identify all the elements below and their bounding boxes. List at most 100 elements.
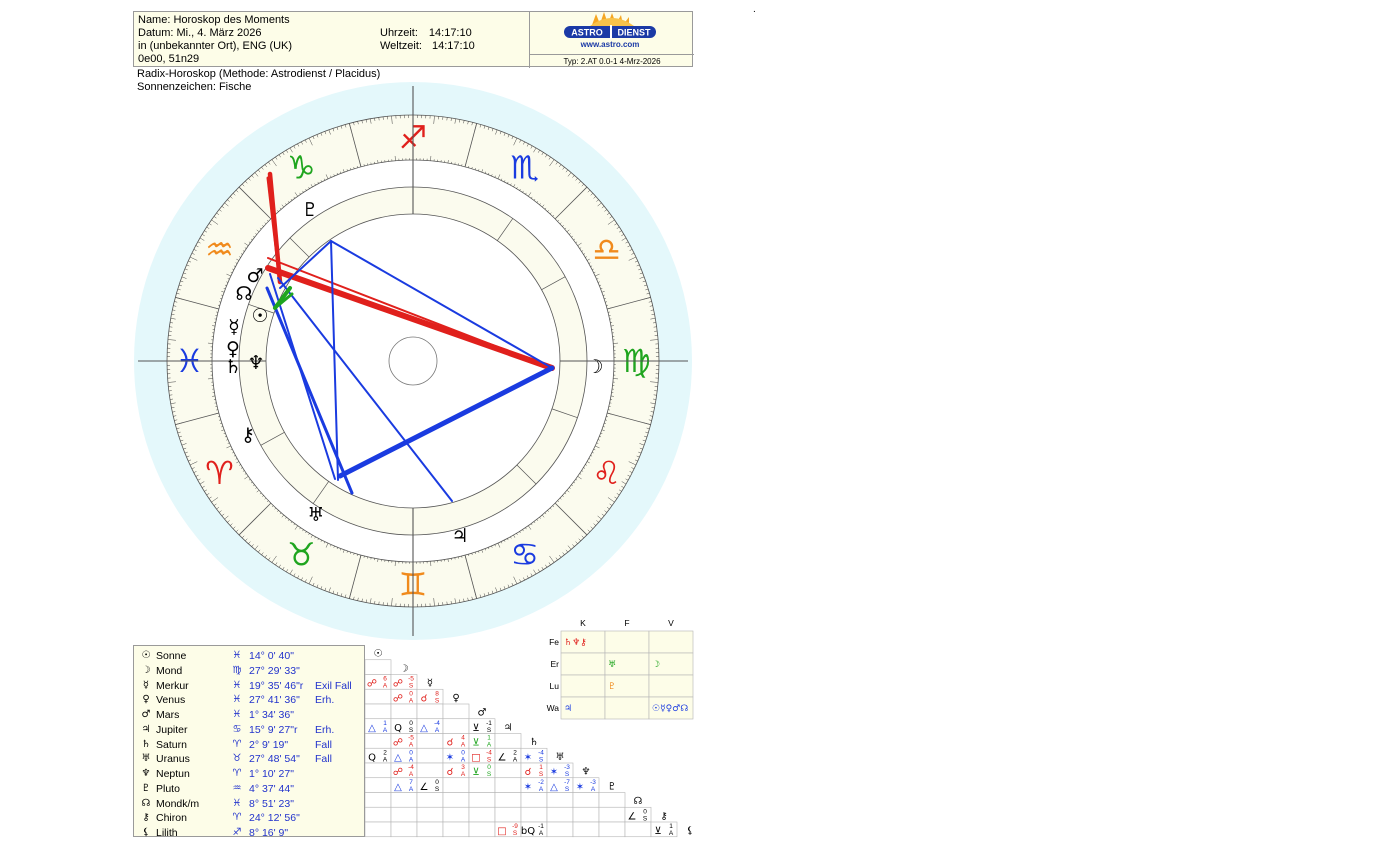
name-line: Name: Horoskop des Moments xyxy=(138,14,290,26)
diagonal-planet-icon: ⚷ xyxy=(660,811,667,822)
planet-name: Mondk/m xyxy=(156,797,200,810)
aspect-orb: 1 xyxy=(539,764,543,771)
aspect-quality: A xyxy=(461,756,466,763)
aspect-symbol: ⊻ xyxy=(472,767,479,778)
aspect-symbol: ∠ xyxy=(628,811,637,822)
aspect-symbol: ☌ xyxy=(447,738,454,749)
planet-icon: ♇ xyxy=(141,782,151,794)
planet-icon: ⚸ xyxy=(142,827,150,838)
sign-icon: ♓ xyxy=(232,694,242,706)
aspect-symbol: ☍ xyxy=(367,679,377,690)
aspect-symbol: ⊻ xyxy=(472,738,479,749)
astrodienst-logo[interactable]: ASTRO DIENST www.astro.com xyxy=(529,12,694,54)
coords-line: 0e00, 51n29 xyxy=(138,53,200,65)
element-planets: ♅ xyxy=(608,660,616,670)
grid-cell xyxy=(494,777,522,793)
element-cell xyxy=(648,630,694,654)
aspect-symbol: Q xyxy=(394,723,402,734)
aspect-quality: S xyxy=(487,727,492,734)
aspect-symbol: ☌ xyxy=(525,767,532,778)
grid-cell xyxy=(390,821,418,838)
aspect-symbol: ☍ xyxy=(393,767,403,778)
grid-cell xyxy=(365,688,392,705)
element-quality-table: K F V Fe ♄♆⚷ Er ♅ ☽ Lu ♇ Wa ♃ ☉☿♀♂☊ xyxy=(547,618,694,720)
grid-cell xyxy=(442,792,470,808)
grid-cell xyxy=(468,777,496,793)
planet-icon: ♅ xyxy=(141,753,151,765)
time-value: 14:17:10 xyxy=(428,27,472,39)
element-cell xyxy=(648,674,694,698)
aspect-quality: A xyxy=(669,830,674,837)
planet-position: 2° 9' 19" xyxy=(249,738,289,751)
sign-icon: ♓ xyxy=(232,797,242,809)
grid-cell xyxy=(494,792,522,808)
type-line: Typ: 2.AT 0.0-1 4-Mrz-2026 xyxy=(529,54,694,68)
grid-cell xyxy=(494,806,522,823)
chart-planet-icon: ☊ xyxy=(236,283,253,305)
planet-position: 15° 9' 27"r xyxy=(249,723,298,736)
sign-icon: ♓ xyxy=(232,709,242,720)
planet-position: 8° 16' 9" xyxy=(249,827,289,839)
aspect-quality: S xyxy=(435,786,440,793)
aspect-symbol: Q xyxy=(368,752,376,763)
chart-planet-icon: ♅ xyxy=(307,504,324,526)
aspect-orb: -2 xyxy=(538,779,544,786)
aspect-orb: 0 xyxy=(435,779,439,786)
aspect-symbol: ∠ xyxy=(420,782,429,793)
planet-name: Sonne xyxy=(156,650,187,662)
grid-cell xyxy=(416,821,444,838)
logo-url: www.astro.com xyxy=(580,40,640,49)
sign-icon: ♓ xyxy=(232,679,242,691)
grid-cell xyxy=(598,806,626,823)
chart-planet-icon: ♆ xyxy=(247,352,264,374)
aspect-symbol: △ xyxy=(368,723,376,734)
sun-rays-icon xyxy=(590,12,634,26)
sign-icon: ♐ xyxy=(232,827,242,838)
aspect-orb: 2 xyxy=(513,749,517,756)
planet-position: 8° 51' 23" xyxy=(249,797,294,810)
grid-cell xyxy=(416,703,444,720)
quality-header: K xyxy=(580,618,586,628)
aspect-quality: S xyxy=(539,771,544,778)
aspect-orb: 7 xyxy=(409,779,413,786)
grid-cell xyxy=(365,762,392,779)
aspect-symbol: ☌ xyxy=(421,693,428,704)
aspect-orb: 1 xyxy=(669,823,673,830)
chart-planet-icon: ☽ xyxy=(586,356,603,378)
planet-position: 24° 12' 56" xyxy=(249,812,300,825)
ut-label: Weltzeit: xyxy=(380,40,422,52)
element-planets: ☽ xyxy=(652,660,660,670)
planet-dignity: Exil Fall xyxy=(315,679,352,692)
grid-cell xyxy=(365,703,392,720)
planet-name: Chiron xyxy=(156,812,187,825)
header-times: Uhrzeit: 14:17:10 Weltzeit: 14:17:10 xyxy=(380,27,475,53)
sign-icon: ♈ xyxy=(232,812,242,824)
grid-cell xyxy=(468,806,496,823)
planet-dignity: Erh. xyxy=(315,694,335,707)
grid-cell xyxy=(468,821,496,838)
diagonal-planet-icon: ♇ xyxy=(608,781,617,792)
corner-mark: . xyxy=(753,4,756,15)
aspect-quality: S xyxy=(643,815,648,822)
aspect-symbol: □ xyxy=(471,752,480,763)
element-cell xyxy=(560,652,606,676)
aspect-quality: A xyxy=(383,683,388,690)
header-left: Name: Horoskop des Moments Datum: Mi., 4… xyxy=(138,14,292,66)
planet-dignity: Fall xyxy=(315,738,332,751)
chart-planet-icon: ♃ xyxy=(451,525,468,547)
diagonal-planet-icon: ♂ xyxy=(478,708,487,719)
sign-icon: ♍ xyxy=(232,664,242,676)
time-label: Uhrzeit: xyxy=(380,27,418,39)
aspect-orb: 0 xyxy=(643,808,647,815)
aspect-orb: 0 xyxy=(409,690,413,697)
aspect-quality: A xyxy=(409,756,414,763)
aspect-quality: A xyxy=(461,771,466,778)
aspect-orb: -1 xyxy=(538,823,544,830)
aspect-orb: 8 xyxy=(435,690,439,697)
chart-planet-icon: ☿ xyxy=(228,316,240,338)
grid-cell xyxy=(572,821,600,838)
element-planets: ♃ xyxy=(564,704,572,714)
planet-dignity: Erh. xyxy=(315,723,335,736)
grid-cell xyxy=(520,792,548,808)
grid-cell xyxy=(365,821,392,838)
